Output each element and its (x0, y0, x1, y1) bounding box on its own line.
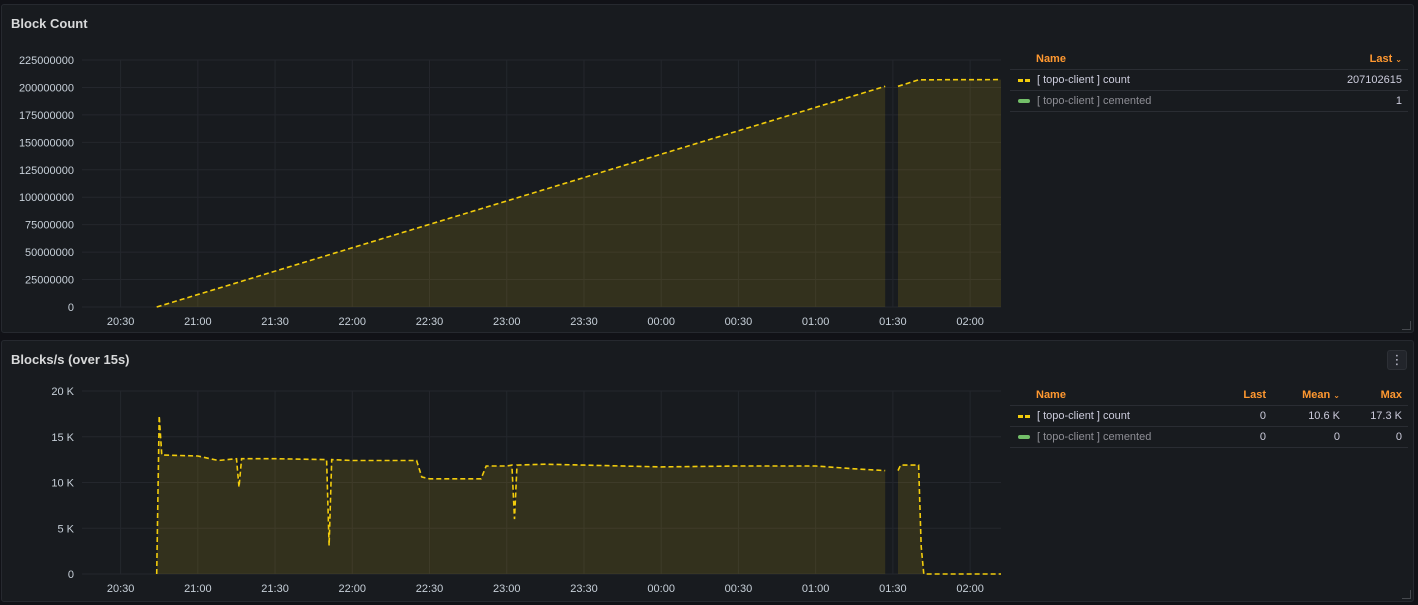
series-name: [ topo-client ] cemented (1037, 431, 1152, 443)
y-tick-label: 125000000 (19, 165, 74, 177)
x-tick-label: 00:00 (647, 583, 675, 595)
blocks-per-second-panel: Blocks/s (over 15s) ⋮ 05 K 10 K 15 K 20 K 20… (1, 340, 1414, 602)
x-tick-label: 01:30 (879, 316, 907, 328)
x-tick-label: 02:00 (956, 316, 984, 328)
x-tick-label: 00:00 (647, 316, 675, 328)
legend-row-count[interactable]: [ topo-client ] count 0 10.6 K 17.3 K (1010, 406, 1408, 427)
x-tick-label: 00:30 (725, 316, 753, 328)
y-tick-label: 200000000 (19, 82, 74, 94)
legend-name-header[interactable]: Name (1010, 389, 1216, 401)
x-tick-label: 21:30 (261, 316, 289, 328)
y-tick-label: 50000000 (25, 247, 74, 259)
sort-desc-icon: ⌄ (1333, 391, 1340, 400)
series-area (898, 79, 1001, 307)
x-tick-label: 20:30 (107, 316, 135, 328)
x-tick-label: 02:00 (956, 583, 984, 595)
series-area (898, 465, 1001, 574)
legend-mean-value: 10.6 K (1308, 410, 1340, 422)
series-color-icon (1018, 414, 1030, 418)
legend-last-value: 1 (1395, 95, 1402, 107)
y-tick-label: 0 (68, 302, 74, 314)
y-tick-label: 150000000 (19, 137, 74, 149)
legend-name-header[interactable]: Name (1010, 53, 1322, 65)
series-color-icon (1018, 99, 1030, 103)
series-name: [ topo-client ] count (1037, 74, 1130, 86)
blocks-per-second-chart[interactable]: 0 5 K 10 K 15 K 20 K 20:30 21:00 21:30 22:00 22:3… (2, 341, 1012, 603)
legend-last-value: 207102615 (1346, 74, 1402, 86)
legend-max-value: 17.3 K (1370, 410, 1402, 422)
legend-table: Name Last Mean ⌄ Max [ topo-client ] cou… (1010, 385, 1408, 448)
legend-max-value: 0 (1395, 431, 1402, 443)
series-name: [ topo-client ] count (1037, 410, 1130, 422)
x-tick-label: 21:30 (261, 583, 289, 595)
panel-menu-icon[interactable]: ⋮ (1387, 350, 1407, 370)
x-tick-label: 22:00 (339, 583, 367, 595)
series-color-icon (1018, 78, 1030, 82)
series-color-icon (1018, 435, 1030, 439)
x-tick-label: 22:30 (416, 583, 444, 595)
x-tick-label: 23:30 (570, 316, 598, 328)
y-tick-label: 175000000 (19, 110, 74, 122)
legend-mean-header[interactable]: Mean ⌄ (1272, 389, 1346, 401)
x-tick-label: 01:00 (802, 583, 830, 595)
legend-mean-value: 0 (1333, 431, 1340, 443)
x-tick-label: 21:00 (184, 316, 212, 328)
x-tick-label: 01:30 (879, 583, 907, 595)
sort-desc-icon: ⌄ (1395, 55, 1402, 64)
legend-table: Name Last ⌄ [ topo-client ] count 207102… (1010, 49, 1408, 112)
y-tick-label: 100000000 (19, 192, 74, 204)
x-tick-label: 22:30 (416, 316, 444, 328)
x-tick-label: 00:30 (725, 583, 753, 595)
legend-last-value: 0 (1259, 431, 1266, 443)
y-tick-label: 25000000 (25, 275, 74, 287)
legend-row-cemented[interactable]: [ topo-client ] cemented 1 (1010, 91, 1408, 112)
x-tick-label: 22:00 (339, 316, 367, 328)
block-count-chart[interactable]: 0 25000000 50000000 75000000 100000000 125000… (2, 5, 1012, 334)
legend-last-header[interactable]: Last (1216, 389, 1272, 401)
x-tick-label: 23:00 (493, 583, 521, 595)
x-tick-label: 01:00 (802, 316, 830, 328)
legend-last-header[interactable]: Last ⌄ (1322, 53, 1408, 65)
y-tick-label: 75000000 (25, 220, 74, 232)
resize-handle-icon[interactable] (1402, 590, 1411, 599)
block-count-panel: Block Count 0 25000000 50000000 75000000 100… (1, 4, 1414, 333)
legend-row-count[interactable]: [ topo-client ] count 207102615 (1010, 70, 1408, 91)
legend-last-value: 0 (1259, 410, 1266, 422)
legend-max-header[interactable]: Max (1346, 389, 1408, 401)
y-tick-label: 20 K (51, 386, 74, 398)
legend-header: Name Last Mean ⌄ Max (1010, 385, 1408, 406)
series-name: [ topo-client ] cemented (1037, 95, 1152, 107)
y-tick-label: 0 (68, 569, 74, 581)
legend-row-cemented[interactable]: [ topo-client ] cemented 0 0 0 (1010, 427, 1408, 448)
y-tick-label: 5 K (57, 523, 74, 535)
y-tick-label: 15 K (51, 432, 74, 444)
y-tick-label: 10 K (51, 478, 74, 490)
resize-handle-icon[interactable] (1402, 321, 1411, 330)
x-tick-label: 20:30 (107, 583, 135, 595)
x-tick-label: 21:00 (184, 583, 212, 595)
x-tick-label: 23:00 (493, 316, 521, 328)
y-tick-label: 225000000 (19, 55, 74, 67)
legend-header: Name Last ⌄ (1010, 49, 1408, 70)
series-area (156, 415, 886, 574)
x-tick-label: 23:30 (570, 583, 598, 595)
